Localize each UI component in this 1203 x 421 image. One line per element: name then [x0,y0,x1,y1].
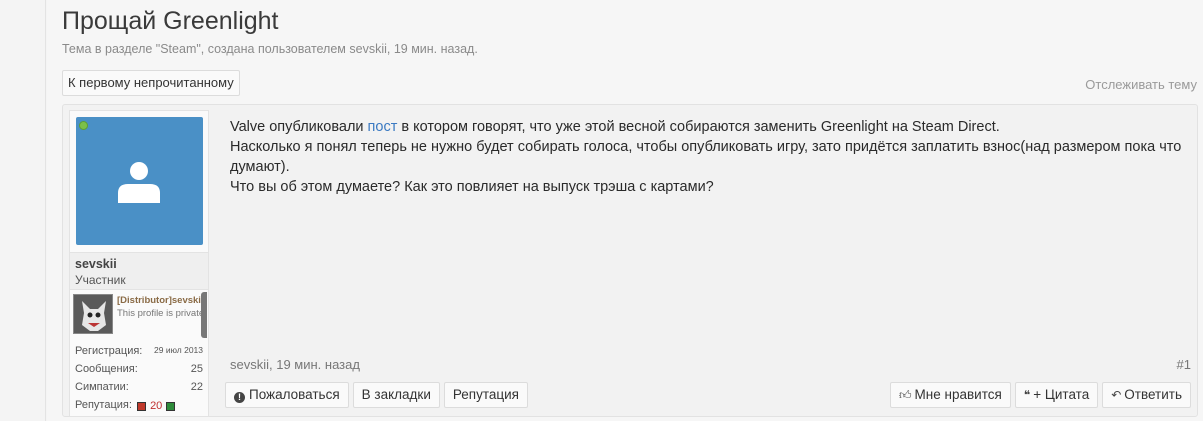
report-button[interactable]: ! Пожаловаться [225,382,349,408]
post: sevskii Участник [Distributor]sevskii Th… [62,104,1198,417]
steam-status: This profile is private [117,308,205,319]
stat-registration: Регистрация: 29 июл 2013 [75,345,203,363]
report-label: Пожаловаться [249,387,340,402]
reputation-minus-icon[interactable] [137,401,146,411]
message-line-1: Valve опубликовали пост в котором говоря… [230,117,1190,137]
user-role: Участник [75,273,126,287]
quote-icon: ❝ [1023,388,1031,402]
like-button[interactable]: 👍︎ Мне нравится [890,382,1011,408]
steam-avatar-image-icon [74,295,112,333]
reply-label: Ответить [1124,387,1182,402]
post-message: Valve опубликовали пост в котором говоря… [230,117,1190,197]
thumbs-up-icon: 👍︎ [899,388,912,402]
follow-thread-link[interactable]: Отслеживать тему [1085,77,1197,92]
message-text: в котором говорят, что уже этой весной с… [397,119,1000,135]
thread-content: Прощай Greenlight Тема в разделе "Steam"… [47,0,1203,421]
message-line-2: Насколько я понял теперь не нужно будет … [230,139,1182,175]
like-label: Мне нравится [914,387,1002,402]
username-block: sevskii Участник [70,252,208,290]
stat-label: Репутация: [75,399,132,411]
stat-likes: Симпатии: 22 [75,381,203,399]
bookmark-button[interactable]: В закладки [352,382,440,408]
reputation-label: Репутация [452,387,519,402]
reputation-value: 20 [150,400,163,413]
thread-title: Прощай Greenlight [62,7,279,35]
steam-name: [Distributor]sevskii [117,295,204,306]
steam-avatar [73,294,113,334]
stat-reputation: Репутация: 20 [75,399,203,417]
thread-meta: Тема в разделе "Steam", создана пользова… [62,42,478,56]
reputation-button[interactable]: Репутация [443,382,528,408]
message-line-3: Что вы об этом думаете? Как это повлияет… [230,179,714,195]
user-stats: Регистрация: 29 июл 2013 Сообщения: 25 С… [75,345,203,417]
message-text: Valve опубликовали [230,119,368,135]
stat-value: 22 [190,381,203,393]
reputation-indicator: 20 [137,400,176,413]
avatar[interactable] [76,117,203,245]
bookmark-label: В закладки [361,387,431,402]
quote-button[interactable]: ❝ + Цитата [1014,382,1099,408]
left-sidebar-strip [0,0,46,421]
user-info-box: sevskii Участник [Distributor]sevskii Th… [69,110,209,417]
reply-icon: ↶ [1111,388,1122,402]
first-unread-button[interactable]: К первому непрочитанному [62,70,240,96]
stat-messages: Сообщения: 25 [75,363,203,381]
username[interactable]: sevskii [75,257,117,271]
post-actions-left: ! Пожаловаться В закладки Репутация [225,382,532,408]
reputation-plus-icon[interactable] [166,401,176,411]
stat-value: 29 июл 2013 [154,345,203,355]
post-number[interactable]: #1 [1177,357,1191,372]
warning-icon: ! [234,392,245,403]
online-status-icon [79,121,88,130]
quote-label: + Цитата [1033,387,1090,402]
default-user-icon [118,162,160,203]
stat-label: Регистрация: [75,345,143,357]
steam-widget-edge [201,292,207,338]
steam-profile-widget[interactable]: [Distributor]sevskii This profile is pri… [73,292,207,338]
post-actions-right: 👍︎ Мне нравится ❝ + Цитата ↶ Ответить [890,382,1191,408]
stat-label: Симпатии: [75,381,129,393]
stat-value[interactable]: 25 [191,363,203,375]
post-link[interactable]: пост [368,119,398,135]
post-author-date[interactable]: sevskii, 19 мин. назад [230,357,360,372]
reply-button[interactable]: ↶ Ответить [1102,382,1191,408]
stat-label: Сообщения: [75,363,138,375]
